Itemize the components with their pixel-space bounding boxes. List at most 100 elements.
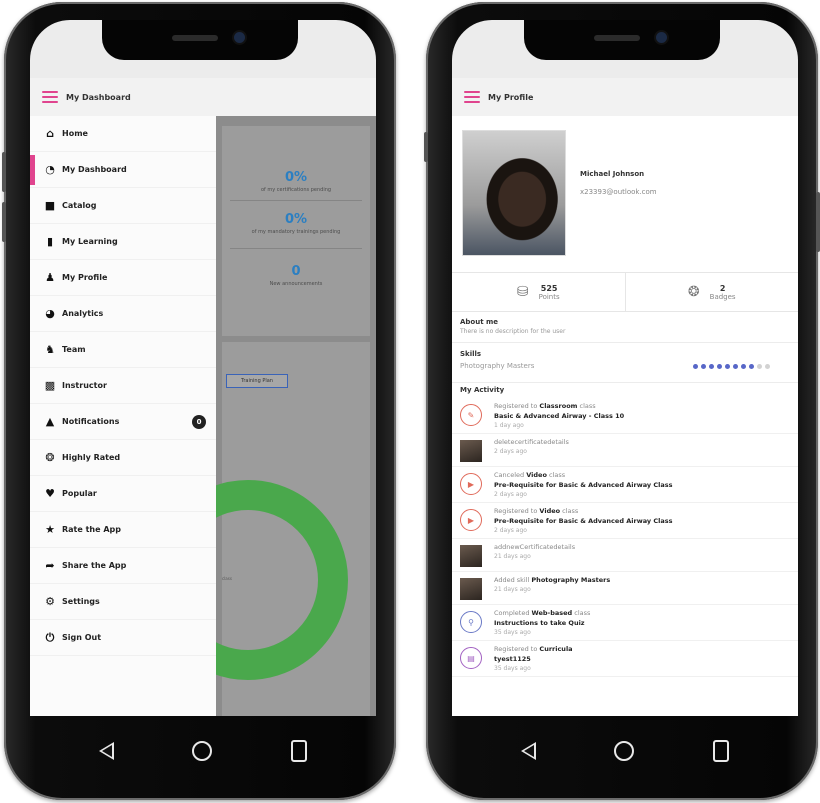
chart-label: class: [222, 576, 232, 581]
volume-button: [2, 202, 6, 242]
stat-value: 0: [291, 264, 301, 279]
drawer-item-label: My Dashboard: [62, 165, 127, 174]
phone-right: My Profile Michael Johnson x23393@outloo…: [424, 2, 820, 800]
drawer-item-label: Highly Rated: [62, 453, 121, 462]
user-thumbnail: [460, 440, 482, 462]
about-text: There is no description for the user: [460, 328, 566, 335]
activity-item[interactable]: ✎ Registered to Classroom class Basic & …: [452, 398, 798, 434]
drawer-item-notifications[interactable]: ▲ Notifications 0: [30, 404, 216, 440]
divider: [230, 200, 362, 201]
drawer-item-rate-the-app[interactable]: ★ Rate the App: [30, 512, 216, 548]
drawer-item-label: Popular: [62, 489, 97, 498]
home-button-icon[interactable]: [192, 741, 213, 761]
drawer-item-my-profile[interactable]: ♟ My Profile: [30, 260, 216, 296]
skill-dot: [741, 364, 746, 369]
drawer-item-label: Team: [62, 345, 86, 354]
activity-time: 2 days ago: [494, 491, 527, 498]
drawer-item-home[interactable]: ⌂ Home: [30, 116, 216, 152]
home-button-icon[interactable]: [614, 741, 635, 761]
activity-item[interactable]: addnewCertificatedetails 21 days ago: [452, 539, 798, 572]
drawer-item-instructor[interactable]: ▩ Instructor: [30, 368, 216, 404]
activity-item[interactable]: ▶ Canceled Video class Pre-Requisite for…: [452, 467, 798, 503]
drawer-item-label: Catalog: [62, 201, 97, 210]
stat-label: of my certifications pending: [260, 187, 332, 193]
skill-dot: [765, 364, 770, 369]
points-value: 525: [540, 283, 558, 293]
activity-item[interactable]: ▶ Registered to Video class Pre-Requisit…: [452, 503, 798, 539]
user-name: Michael Johnson: [580, 170, 645, 178]
activity-time: 21 days ago: [494, 586, 531, 593]
skills-section: Skills Photography Masters: [460, 350, 790, 370]
activity-item[interactable]: ⚲ Completed Web-based class Instructions…: [452, 605, 798, 641]
instructor-icon: ▩: [44, 379, 56, 392]
drawer-item-label: Notifications: [62, 417, 120, 426]
recent-apps-icon[interactable]: [712, 740, 729, 762]
drawer-item-label: My Profile: [62, 273, 108, 282]
menu-icon[interactable]: [42, 91, 58, 103]
about-section: About me There is no description for the…: [460, 318, 790, 335]
drawer-item-sign-out[interactable]: ⏻ Sign Out: [30, 620, 216, 656]
drawer-item-highly-rated[interactable]: ❂ Highly Rated: [30, 440, 216, 476]
drawer-item-my-dashboard[interactable]: ◔ My Dashboard: [30, 152, 216, 188]
drawer-item-settings[interactable]: ⚙ Settings: [30, 584, 216, 620]
app-bar: My Dashboard: [30, 78, 376, 116]
drawer-item-label: Analytics: [62, 309, 104, 318]
activity-time: 2 days ago: [494, 527, 527, 534]
points-label: Points: [538, 292, 560, 301]
pie-chart-icon: ◕: [45, 307, 55, 320]
system-nav-bar: [30, 716, 376, 786]
gear-icon: ⚙: [45, 595, 55, 608]
drawer-item-popular[interactable]: ♥ Popular: [30, 476, 216, 512]
folder-icon: ■: [44, 199, 56, 212]
badge-icon: ❂: [687, 284, 700, 300]
page-title: My Profile: [488, 92, 534, 102]
award-icon: ❂: [45, 451, 55, 464]
power-icon: ⏻: [45, 631, 55, 644]
recent-apps-icon[interactable]: [290, 740, 307, 762]
book-icon: ▮: [46, 235, 54, 248]
skill-dot: [749, 364, 754, 369]
activity-item[interactable]: deletecertificatedetails 2 days ago: [452, 434, 798, 467]
stat-value: 0%: [284, 212, 308, 227]
points-stat[interactable]: ⛁ 525 Points: [452, 273, 625, 311]
training-plan-button[interactable]: Training Plan: [226, 374, 288, 388]
drawer-item-analytics[interactable]: ◕ Analytics: [30, 296, 216, 332]
activity-item[interactable]: Added skill Photography Masters 21 days …: [452, 572, 798, 605]
phone-left: 0% of my certifications pending 0% of my…: [2, 2, 396, 800]
skill-dot: [733, 364, 738, 369]
skill-rating: [693, 364, 770, 369]
activity-item[interactable]: ▤ Registered to Curricula tyest1125 35 d…: [452, 641, 798, 677]
drawer-item-my-learning[interactable]: ▮ My Learning: [30, 224, 216, 260]
drawer-item-label: Rate the App: [62, 525, 121, 534]
divider: [452, 382, 798, 383]
menu-icon[interactable]: [464, 91, 480, 103]
profile-photo[interactable]: [462, 130, 566, 256]
activity-detail: Pre-Requisite for Basic & Advanced Airwa…: [494, 481, 673, 489]
stat-certifications: 0% of my certifications pending: [222, 170, 370, 193]
person-icon: ♟: [45, 271, 55, 284]
volume-button: [424, 132, 428, 162]
share-icon: ➦: [45, 559, 55, 572]
badges-stat[interactable]: ❂ 2 Badges: [624, 273, 799, 311]
notch: [102, 20, 298, 60]
drawer-item-label: Instructor: [62, 381, 107, 390]
star-icon: ★: [45, 523, 55, 536]
badges-label: Badges: [709, 292, 736, 301]
stat-announcements: 0 New announcements: [222, 264, 370, 287]
drawer-item-share-the-app[interactable]: ➦ Share the App: [30, 548, 216, 584]
user-thumbnail: [460, 578, 482, 600]
activity-detail: Basic & Advanced Airway - Class 10: [494, 412, 625, 420]
back-icon[interactable]: [99, 742, 115, 760]
skill-dot: [757, 364, 762, 369]
drawer-item-label: Sign Out: [62, 633, 102, 642]
activity-detail: Instructions to take Quiz: [494, 619, 585, 627]
screen: My Profile Michael Johnson x23393@outloo…: [452, 20, 798, 716]
activity-detail: tyest1125: [494, 655, 531, 663]
drawer-item-label: My Learning: [62, 237, 118, 246]
skill-dot: [709, 364, 714, 369]
drawer-item-catalog[interactable]: ■ Catalog: [30, 188, 216, 224]
drawer-item-label: Home: [62, 129, 88, 138]
bell-icon: ▲: [45, 415, 55, 428]
drawer-item-team[interactable]: ♞ Team: [30, 332, 216, 368]
back-icon[interactable]: [521, 742, 537, 760]
